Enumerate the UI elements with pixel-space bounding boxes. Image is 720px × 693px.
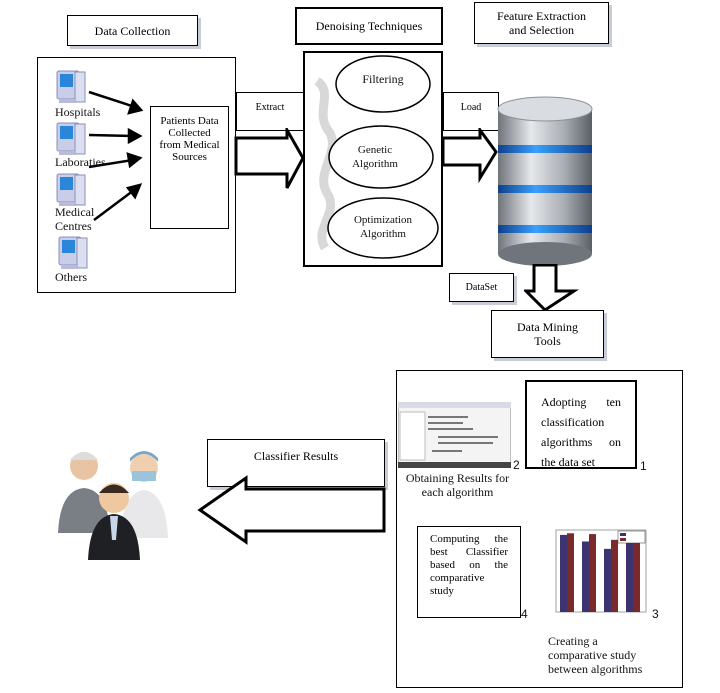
extract-label: Extract: [255, 102, 285, 113]
source-icons: [56, 70, 144, 270]
load-label: Load: [460, 102, 482, 113]
denoising-header: Denoising Techniques: [295, 7, 443, 45]
mini-chart-legend-swatch: [620, 533, 626, 536]
diagram: Data Collection Denoising Techniques Fea…: [0, 0, 720, 693]
dataset-label-box: DataSet: [449, 273, 514, 302]
data-collection-title: Data Collection: [94, 23, 171, 38]
mini-chart-legend: [617, 530, 646, 544]
computer-icon: [56, 70, 86, 104]
mini-chart-bar: [560, 534, 567, 612]
mini-chart-bar: [611, 539, 618, 612]
computer-icon: [56, 173, 86, 207]
step2-number: 2: [513, 458, 520, 472]
source-others: Others: [55, 270, 87, 284]
extract-arrow: [234, 128, 305, 189]
step4-box: Computing the best Classifier based on t…: [417, 526, 521, 618]
classifier-results-label: Classifier Results: [253, 449, 339, 463]
dataset-label: DataSet: [465, 281, 498, 293]
results-arrow: [197, 475, 386, 545]
load-label-box: Load: [443, 92, 499, 131]
technique-filtering: Filtering: [362, 72, 404, 86]
mini-chart-bar: [626, 538, 633, 612]
mini-chart-bar: [604, 548, 611, 612]
data-collection-header: Data Collection: [67, 15, 198, 46]
technique-genetic: Genetic Algorithm: [352, 144, 398, 170]
step3-number: 3: [652, 607, 659, 621]
mini-chart-bar: [567, 533, 574, 612]
step2-text: Obtaining Results for each algorithm: [405, 471, 510, 499]
denoising-title: Denoising Techniques: [315, 19, 423, 33]
data-mining-tools-label: Data Mining Tools: [517, 320, 578, 348]
source-laboraties: Laboraties: [55, 155, 106, 169]
feature-extraction-title: Feature Extraction and Selection: [497, 9, 586, 37]
patients-data-text: Patients Data Collected from Medical Sou…: [159, 115, 220, 163]
mini-chart-bar: [589, 534, 596, 612]
database-icon: [497, 96, 593, 266]
users-icon: [58, 451, 168, 560]
computer-icon: [58, 236, 88, 270]
step3-text: Creating a comparative study between alg…: [548, 634, 643, 676]
technique-optimization: Optimization Algorithm: [353, 214, 413, 240]
source-medical-centres: Medical Centres: [55, 205, 95, 233]
feature-extraction-header: Feature Extraction and Selection: [474, 2, 609, 44]
computer-icon: [56, 122, 86, 156]
step1-number: 1: [640, 459, 647, 473]
step1-text: Adopting ten classification algorithms o…: [541, 395, 621, 469]
source-hospitals: Hospitals: [55, 105, 101, 119]
step1-box: Adopting ten classification algorithms o…: [525, 380, 637, 469]
results-screenshot-thumbnail: [398, 402, 511, 468]
mini-chart-legend-swatch: [620, 538, 626, 541]
step4-text: Computing the best Classifier based on t…: [430, 533, 508, 597]
extract-label-box: Extract: [236, 92, 304, 131]
mini-chart-bar: [633, 536, 640, 612]
step4-number: 4: [521, 607, 528, 621]
data-mining-tools-box: Data Mining Tools: [491, 310, 604, 358]
patients-data-box: Patients Data Collected from Medical Sou…: [150, 106, 229, 229]
comparative-chart-thumbnail: [555, 529, 647, 613]
dataset-arrow: [524, 264, 580, 312]
load-arrow: [442, 128, 498, 184]
mini-chart-bar: [582, 541, 589, 612]
